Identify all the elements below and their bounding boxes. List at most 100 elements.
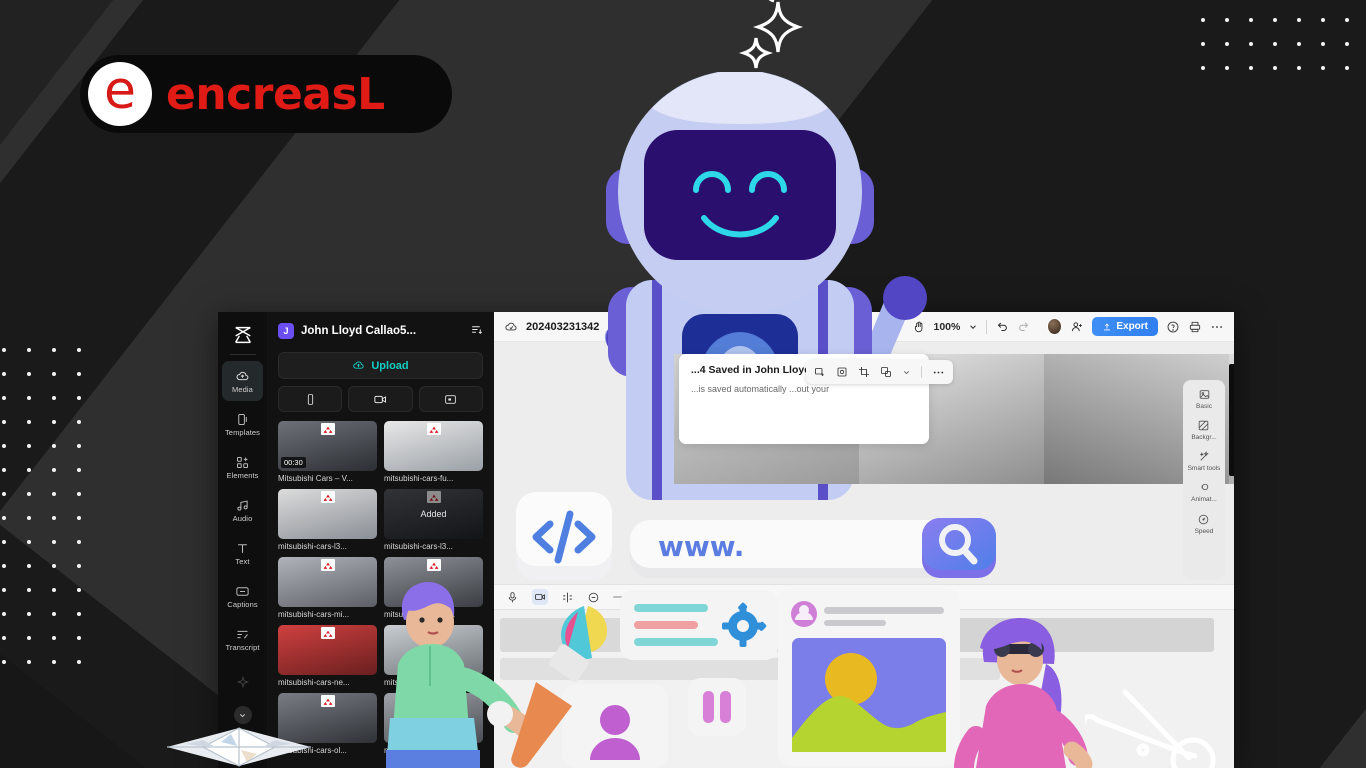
mitsubishi-logo-icon xyxy=(320,491,335,503)
media-filename: mitsubishi-cars-mi... xyxy=(384,610,456,619)
clip-float-toolbar xyxy=(806,360,953,384)
export-button[interactable]: Export xyxy=(1092,317,1159,336)
crop-fill-icon[interactable] xyxy=(814,366,826,378)
media-thumbnail[interactable]: 00:30 xyxy=(278,421,377,471)
sidebar-item-transcript[interactable]: Transcript xyxy=(222,619,263,659)
timeline-zoom-slider[interactable] xyxy=(613,596,705,598)
panel-item-background[interactable]: Backgr... xyxy=(1191,419,1217,441)
sidebar-item-audio[interactable]: Audio xyxy=(222,490,263,530)
sidebar-item-text[interactable]: Text xyxy=(222,533,263,573)
zoom-out-icon[interactable] xyxy=(587,591,600,604)
replace-icon[interactable] xyxy=(880,366,892,378)
hand-icon[interactable] xyxy=(912,320,926,334)
sidebar-expand-button[interactable] xyxy=(233,706,252,724)
media-thumbnail[interactable] xyxy=(278,557,377,607)
sidebar-item-templates[interactable]: Templates xyxy=(222,404,263,444)
timeline-clip[interactable] xyxy=(884,618,1214,652)
media-item[interactable]: mitsubishi-cars-mi... xyxy=(384,557,483,619)
panel-item-smart-tools[interactable]: Smart tools xyxy=(1188,450,1220,472)
split-icon[interactable] xyxy=(561,591,574,604)
media-item[interactable]: 00:30 Mitsubishi Cars – V... xyxy=(278,421,377,483)
brand-logo: e encreasL xyxy=(80,55,452,133)
timeline-clip[interactable] xyxy=(719,618,879,652)
media-item[interactable]: mitsubishi-cars-mi... xyxy=(278,557,377,619)
media-library-panel: J John Lloyd Callao5... Upload 00:30 Mit… xyxy=(267,312,494,768)
upload-button[interactable]: Upload xyxy=(278,352,483,379)
timeline-clip[interactable] xyxy=(500,658,1000,680)
media-item[interactable]: Added mitsubishi-cars-l3... xyxy=(384,489,483,551)
microphone-icon[interactable] xyxy=(506,591,519,604)
panel-item-label: Basic xyxy=(1196,403,1212,410)
print-icon[interactable] xyxy=(1188,320,1202,334)
media-filename: mitsubishi-cars-ne... xyxy=(278,678,350,687)
zoom-in-icon[interactable] xyxy=(718,591,731,604)
zoom-chevron-down-icon[interactable] xyxy=(968,322,978,332)
media-thumbnail[interactable] xyxy=(278,625,377,675)
zoom-level[interactable]: 100% xyxy=(934,321,961,333)
sort-icon[interactable] xyxy=(470,323,483,339)
media-item[interactable]: mitsubishi-cars-l3... xyxy=(278,489,377,551)
media-filename: mitsubishi-cars-l3... xyxy=(384,542,453,551)
panel-item-animation[interactable]: Animat... xyxy=(1191,481,1217,503)
media-item[interactable]: mitsubishi-cars-ol... xyxy=(384,693,483,755)
source-screen-record-button[interactable] xyxy=(418,386,483,412)
sidebar-item-media[interactable]: Media xyxy=(222,361,263,401)
crop-icon[interactable] xyxy=(858,366,870,378)
sidebar-item-effects[interactable] xyxy=(222,662,263,702)
mitsubishi-logo-icon xyxy=(320,627,335,639)
toolbar-divider xyxy=(986,319,988,334)
add-person-icon[interactable] xyxy=(1070,320,1084,334)
more-horizontal-icon[interactable] xyxy=(932,366,945,379)
document-title[interactable]: 202403231342 xyxy=(526,321,599,333)
cursor-arrow-icon[interactable] xyxy=(890,319,904,334)
sidebar-item-captions[interactable]: Captions xyxy=(222,576,263,616)
camera-icon xyxy=(374,395,386,403)
source-phone-button[interactable] xyxy=(278,386,343,412)
sidebar-item-label: Captions xyxy=(227,599,258,609)
more-horizontal-icon[interactable] xyxy=(1210,320,1224,334)
panel-item-label: Speed xyxy=(1194,527,1214,535)
fit-screen-icon[interactable] xyxy=(758,591,771,604)
title-chevron-down-icon[interactable] xyxy=(607,321,618,332)
media-thumbnail[interactable] xyxy=(384,625,483,675)
project-badge: J xyxy=(278,323,294,339)
sparkle-star-icon xyxy=(236,675,249,689)
monitor-icon[interactable] xyxy=(784,591,797,604)
chevron-down-icon[interactable] xyxy=(902,368,911,377)
media-thumbnail[interactable] xyxy=(278,693,377,743)
panel-item-speed[interactable]: Speed xyxy=(1194,513,1214,535)
user-avatar[interactable] xyxy=(1047,318,1063,335)
timeline-tracks[interactable] xyxy=(494,610,1234,768)
media-thumbnail[interactable]: Added xyxy=(384,489,483,539)
editor-sidebar: Media Templates Elements Audio Text Capt… xyxy=(218,312,267,768)
panel-item-basic[interactable]: Basic xyxy=(1196,388,1212,410)
speed-gauge-icon xyxy=(1199,514,1209,524)
sidebar-bottom-button[interactable] xyxy=(235,738,250,758)
sidebar-item-label: Text xyxy=(235,556,250,566)
sidebar-item-label: Audio xyxy=(232,513,253,523)
mask-icon[interactable] xyxy=(836,366,848,378)
redo-arrow-icon[interactable] xyxy=(1017,320,1031,334)
editor-toolbar: 202403231342 100% Export xyxy=(494,312,1234,342)
media-thumbnail[interactable] xyxy=(384,693,483,743)
record-icon[interactable] xyxy=(532,589,548,605)
media-item[interactable]: mitsubishi-cars-ol... xyxy=(278,693,377,755)
timeline-clip[interactable] xyxy=(500,618,715,652)
media-thumbnail[interactable] xyxy=(278,489,377,539)
media-thumbnail[interactable] xyxy=(384,557,483,607)
cloud-sync-icon[interactable] xyxy=(504,320,518,334)
sidebar-item-elements[interactable]: Elements xyxy=(222,447,263,487)
undo-arrow-icon[interactable] xyxy=(995,320,1009,334)
properties-panel: Basic Backgr... Smart tools Animat... Sp… xyxy=(1183,380,1225,580)
panel-item-label: Animat... xyxy=(1191,496,1217,504)
media-item[interactable]: mitsubishi-cars-ne... xyxy=(278,625,377,687)
video-preview-frame[interactable] xyxy=(1229,364,1234,476)
question-circle-icon[interactable] xyxy=(1166,320,1180,334)
media-thumbnail[interactable] xyxy=(384,421,483,471)
phone-icon xyxy=(307,393,313,405)
timeline-toolbar xyxy=(494,584,1234,610)
source-camera-button[interactable] xyxy=(348,386,413,412)
media-item[interactable]: mitsubishi-cars-ne... xyxy=(384,625,483,687)
media-item[interactable]: mitsubishi-cars-fu... xyxy=(384,421,483,483)
project-header: J John Lloyd Callao5... xyxy=(278,320,483,342)
